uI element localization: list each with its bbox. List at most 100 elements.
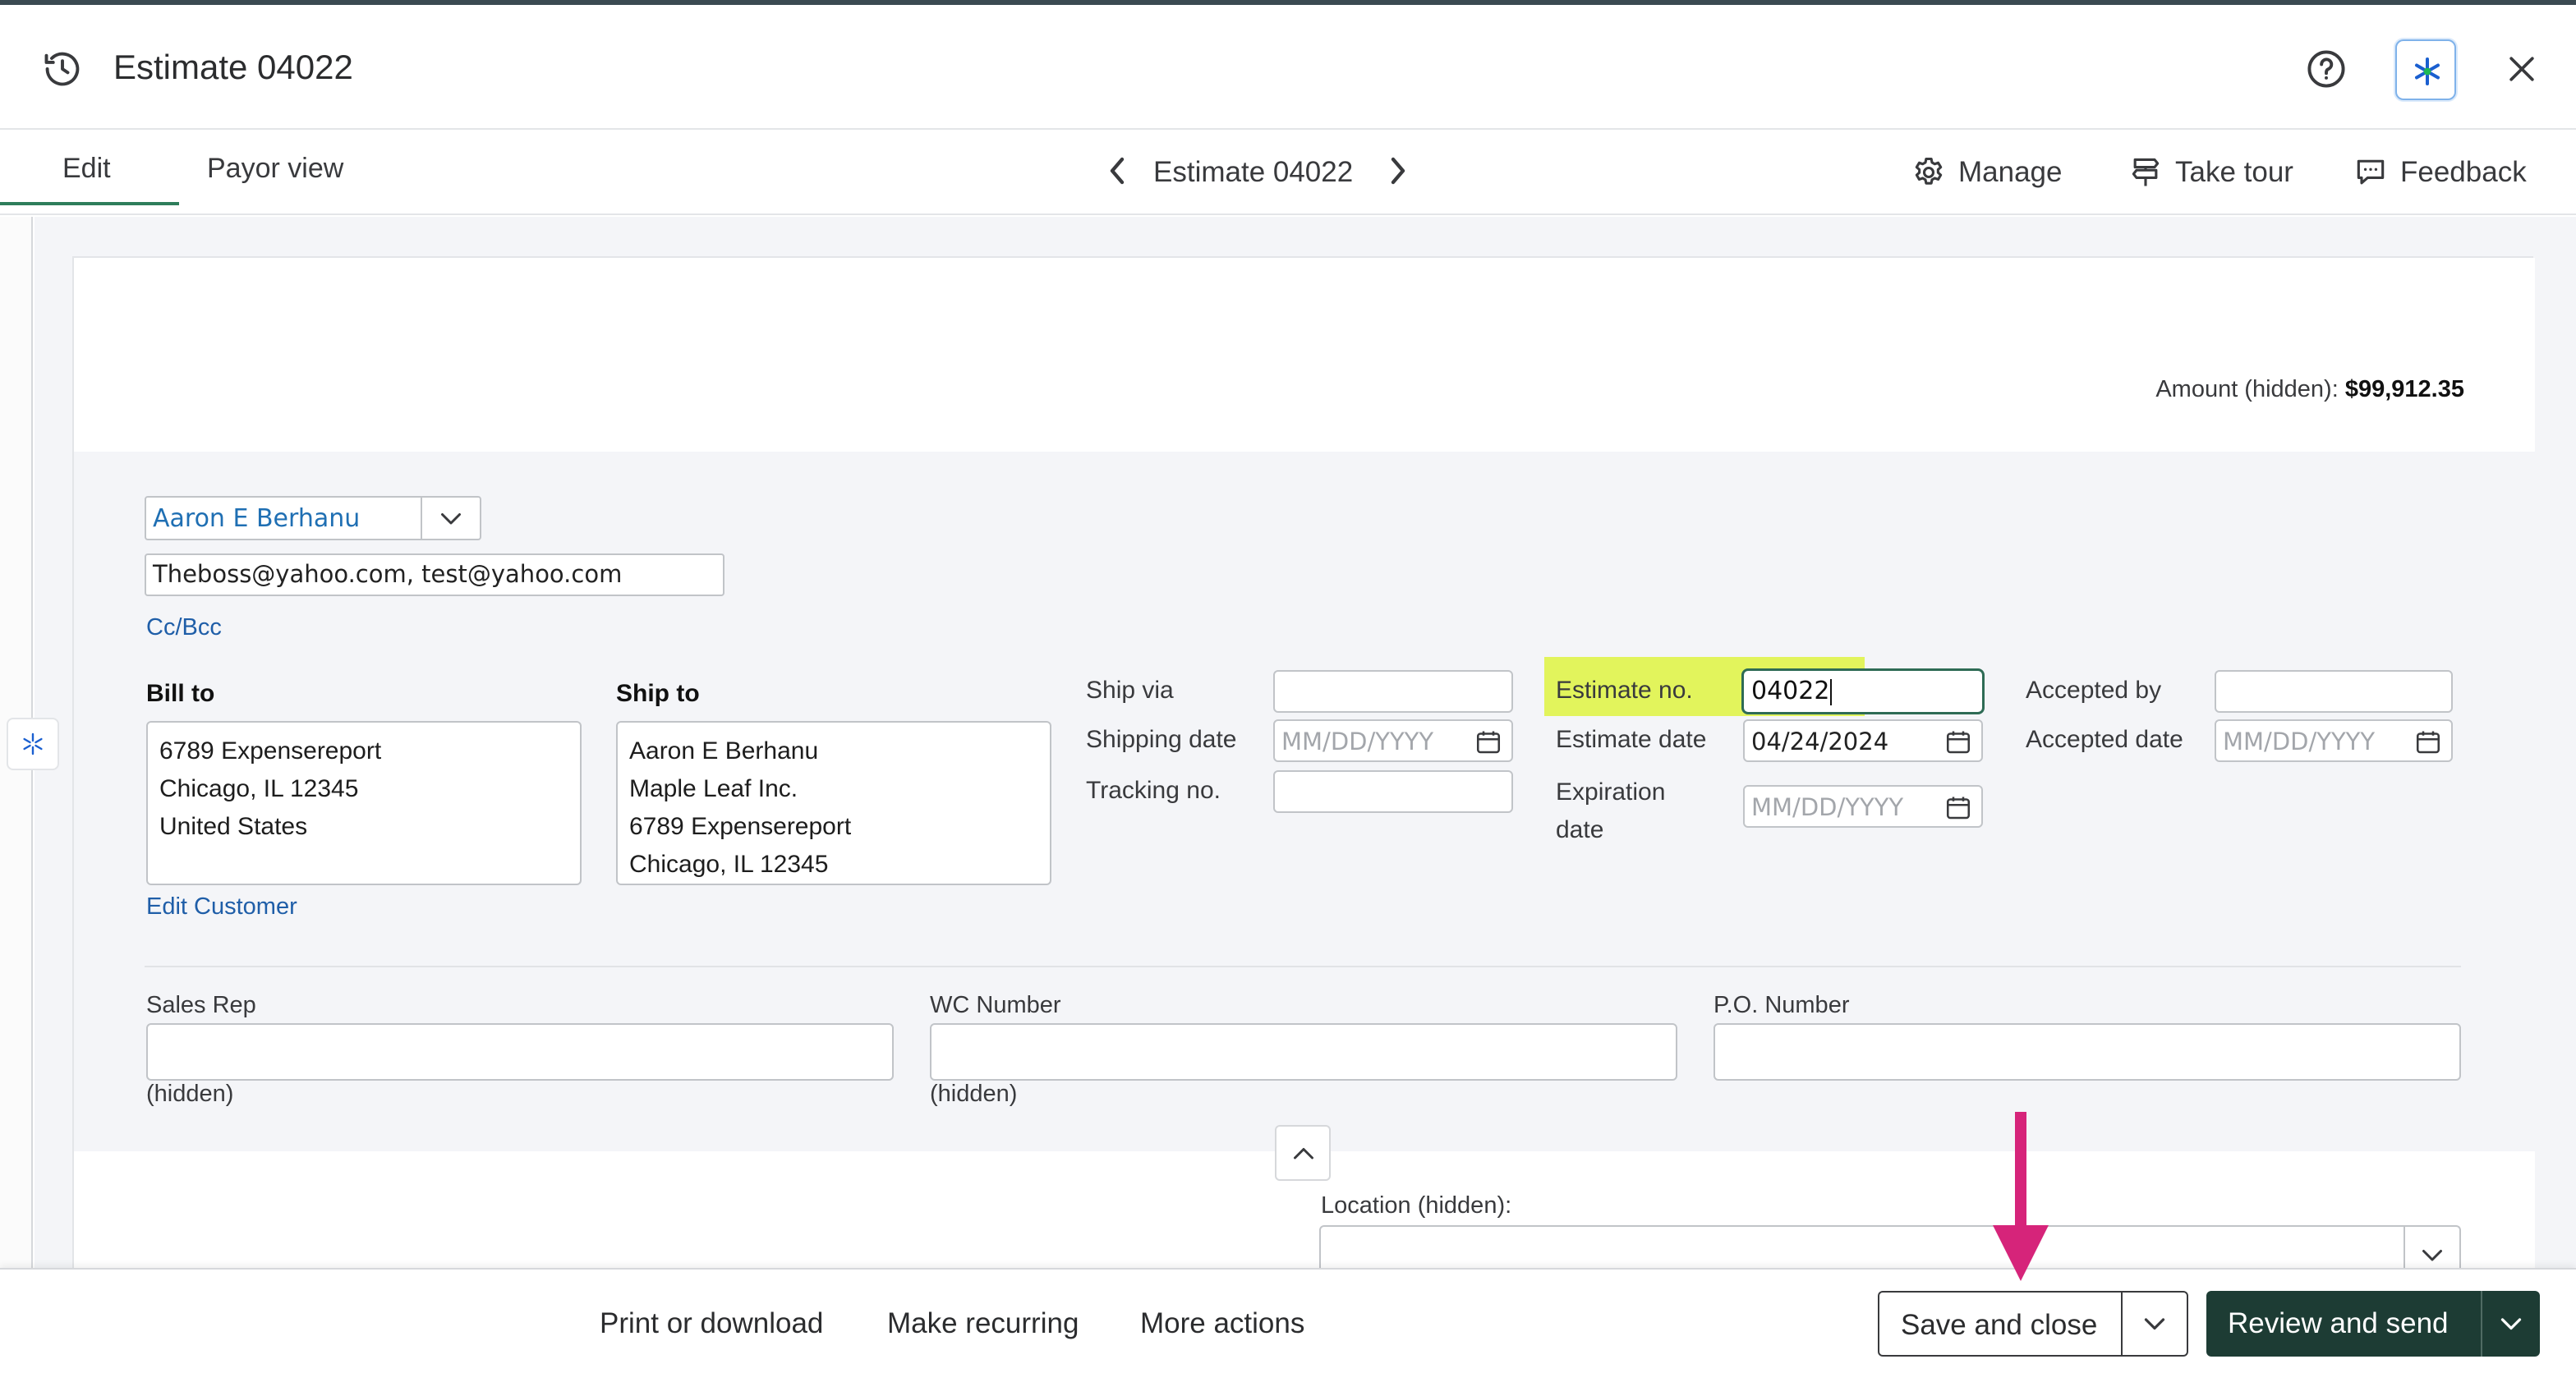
- amount-display: Amount (hidden): $99,912.35: [2155, 376, 2464, 403]
- manage-button[interactable]: Manage: [1911, 154, 2062, 191]
- bill-to-address[interactable]: 6789 Expensereport Chicago, IL 12345 Uni…: [146, 721, 582, 885]
- estimate-date-value: 04/24/2024: [1751, 728, 1889, 755]
- shipping-date-input[interactable]: MM/DD/YYYY: [1273, 719, 1513, 762]
- tracking-no-label: Tracking no.: [1086, 777, 1221, 804]
- chevron-down-icon: [2144, 1318, 2165, 1330]
- ship-via-input[interactable]: [1273, 670, 1513, 713]
- history-icon[interactable]: [41, 48, 84, 90]
- customer-select[interactable]: Aaron E Berhanu: [145, 496, 481, 540]
- bill-to-label: Bill to: [146, 680, 215, 707]
- collapse-details-button[interactable]: [1275, 1125, 1331, 1181]
- sales-rep-input[interactable]: [146, 1023, 894, 1081]
- send-options-dropdown[interactable]: [2481, 1291, 2540, 1357]
- ship-via-label: Ship via: [1086, 677, 1174, 704]
- take-tour-button[interactable]: Take tour: [2128, 154, 2293, 191]
- wc-number-label: WC Number: [930, 992, 1061, 1018]
- shipping-date-label: Shipping date: [1086, 726, 1237, 753]
- calendar-icon[interactable]: [1944, 728, 1973, 757]
- save-and-close-button-group: Save and close: [1878, 1291, 2188, 1357]
- feedback-button[interactable]: Feedback: [2353, 154, 2527, 191]
- edit-customer-link[interactable]: Edit Customer: [146, 893, 297, 921]
- po-number-label: P.O. Number: [1714, 992, 1850, 1018]
- save-and-close-button[interactable]: Save and close: [1901, 1309, 2097, 1342]
- feedback-label: Feedback: [2400, 156, 2527, 188]
- annotation-arrow-icon: [1993, 1112, 2049, 1281]
- accepted-date-input[interactable]: MM/DD/YYYY: [2215, 719, 2453, 762]
- side-assistant-button[interactable]: [7, 718, 59, 770]
- section-divider: [145, 966, 2461, 967]
- accepted-by-input[interactable]: [2215, 670, 2453, 713]
- footer-action-bar: Print or download Make recurring More ac…: [0, 1268, 2576, 1373]
- help-icon[interactable]: [2305, 48, 2348, 90]
- ai-assistant-button[interactable]: [2395, 39, 2456, 100]
- accepted-date-placeholder: MM/DD/YYYY: [2223, 728, 2376, 755]
- page-title: Estimate 04022: [113, 48, 353, 86]
- signpost-icon: [2132, 158, 2160, 186]
- expiration-date-placeholder: MM/DD/YYYY: [1751, 793, 1904, 821]
- bill-to-line: Chicago, IL 12345: [159, 775, 359, 802]
- gear-icon: [1915, 157, 1943, 185]
- sales-rep-hidden-note: (hidden): [146, 1081, 234, 1107]
- sparkle-icon: [23, 732, 43, 755]
- chevron-down-icon: [2422, 1250, 2442, 1261]
- chevron-down-icon: [441, 513, 461, 525]
- save-options-dropdown[interactable]: [2121, 1293, 2187, 1355]
- manage-label: Manage: [1958, 156, 2063, 188]
- wc-number-hidden-note: (hidden): [930, 1081, 1018, 1107]
- cc-bcc-link[interactable]: Cc/Bcc: [146, 614, 222, 641]
- customer-email-field[interactable]: Theboss@yahoo.com, test@yahoo.com: [145, 553, 724, 596]
- estimate-navigator-title: Estimate 04022: [1153, 156, 1354, 188]
- bill-to-line: 6789 Expensereport: [159, 737, 382, 765]
- tab-edit[interactable]: Edit: [62, 153, 111, 185]
- more-actions-button[interactable]: More actions: [1140, 1307, 1304, 1340]
- ship-to-address[interactable]: Aaron E Berhanu Maple Leaf Inc. 6789 Exp…: [616, 721, 1051, 885]
- customer-name: Aaron E Berhanu: [153, 504, 361, 533]
- header: Estimate 04022: [0, 5, 2576, 130]
- make-recurring-button[interactable]: Make recurring: [887, 1307, 1079, 1340]
- close-icon[interactable]: [2504, 51, 2540, 87]
- ship-to-label: Ship to: [616, 680, 700, 707]
- accepted-by-label: Accepted by: [2026, 677, 2162, 704]
- tab-payor-view[interactable]: Payor view: [207, 153, 343, 185]
- review-and-send-button[interactable]: Review and send: [2228, 1307, 2449, 1340]
- po-number-input[interactable]: [1714, 1023, 2461, 1081]
- estimate-no-input[interactable]: 04022: [1741, 668, 1985, 714]
- wc-number-input[interactable]: [930, 1023, 1677, 1081]
- chevron-up-icon: [1294, 1148, 1313, 1159]
- active-tab-indicator: [0, 202, 179, 205]
- expiration-label-line: Expiration: [1556, 778, 1666, 806]
- customer-dropdown-toggle[interactable]: [421, 498, 480, 539]
- expiration-date-input[interactable]: MM/DD/YYYY: [1743, 785, 1983, 828]
- accepted-date-label: Accepted date: [2026, 726, 2183, 753]
- estimate-date-input[interactable]: 04/24/2024: [1743, 719, 1983, 762]
- sales-rep-label: Sales Rep: [146, 992, 256, 1018]
- take-tour-label: Take tour: [2175, 156, 2293, 188]
- calendar-icon[interactable]: [1944, 793, 1973, 823]
- ship-to-line: Aaron E Berhanu: [629, 737, 819, 765]
- ship-to-line: Chicago, IL 12345: [629, 851, 829, 878]
- calendar-icon[interactable]: [1474, 728, 1503, 757]
- estimate-date-label: Estimate date: [1556, 726, 1707, 753]
- chevron-down-icon: [2500, 1318, 2522, 1330]
- chevron-left-icon[interactable]: [1106, 154, 1129, 187]
- review-and-send-button-group: Review and send: [2206, 1291, 2540, 1357]
- estimate-no-label: Estimate no.: [1556, 677, 1693, 704]
- chevron-right-icon[interactable]: [1387, 154, 1410, 187]
- expiration-date-label: Expiration date: [1556, 774, 1665, 849]
- tracking-no-input[interactable]: [1273, 770, 1513, 813]
- calendar-icon[interactable]: [2413, 728, 2443, 757]
- estimate-no-value: 04022: [1751, 677, 1830, 705]
- sparkle-icon: [2414, 57, 2440, 85]
- ship-to-line: 6789 Expensereport: [629, 813, 852, 840]
- location-select[interactable]: [1319, 1225, 2461, 1274]
- print-or-download-button[interactable]: Print or download: [600, 1307, 823, 1340]
- shipping-date-placeholder: MM/DD/YYYY: [1281, 728, 1434, 755]
- toolbar: Edit Payor view Estimate 04022 Manage Ta…: [0, 131, 2576, 215]
- amount-label: Amount (hidden):: [2155, 376, 2339, 402]
- form-header-area: Amount (hidden): $99,912.35: [74, 258, 2535, 452]
- bill-to-line: United States: [159, 813, 308, 840]
- expiration-label-line: date: [1556, 816, 1604, 843]
- location-label: Location (hidden):: [1321, 1192, 1512, 1219]
- ship-to-line: Maple Leaf Inc.: [629, 775, 798, 802]
- chat-bubble-icon: [2357, 159, 2385, 185]
